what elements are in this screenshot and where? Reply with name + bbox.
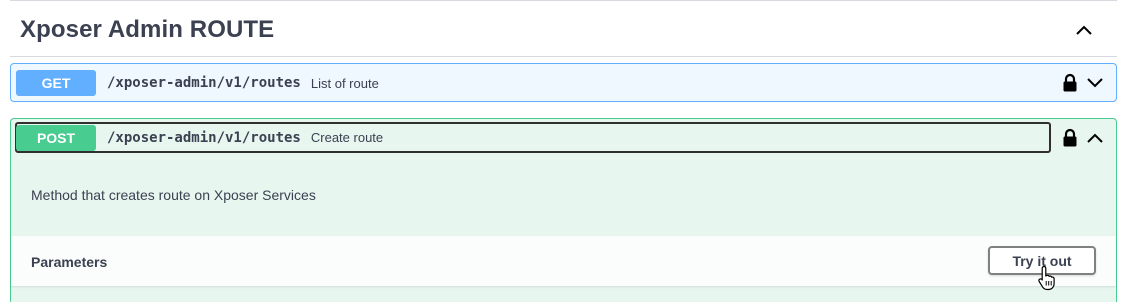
- try-it-out-button[interactable]: Try it out: [988, 246, 1096, 275]
- parameters-title: Parameters: [31, 254, 108, 270]
- section-title: Xposer Admin ROUTE: [20, 16, 275, 43]
- chevron-up-icon[interactable]: [1071, 17, 1097, 43]
- opblock-post-routes: POST /xposer-admin/v1/routes Create rout…: [10, 118, 1117, 302]
- opblock-summary[interactable]: POST /xposer-admin/v1/routes Create rout…: [15, 122, 1051, 153]
- opblock-summary-description: List of route: [310, 75, 379, 91]
- divider: [10, 0, 1117, 1]
- method-badge-post: POST: [16, 124, 96, 151]
- lock-icon[interactable]: [1062, 128, 1078, 148]
- method-badge-get: GET: [16, 70, 96, 96]
- opblock-controls: [1062, 70, 1104, 96]
- swagger-page: Xposer Admin ROUTE GET /xposer-admin/v1/…: [0, 0, 1122, 302]
- tag-section-header[interactable]: Xposer Admin ROUTE: [10, 2, 1117, 57]
- operation-description: Method that creates route on Xposer Serv…: [31, 187, 316, 203]
- chevron-up-icon[interactable]: [1086, 132, 1104, 144]
- opblock-get-routes: GET /xposer-admin/v1/routes List of rout…: [10, 63, 1117, 102]
- chevron-down-icon[interactable]: [1086, 77, 1104, 89]
- opblock-path: /xposer-admin/v1/routes: [107, 129, 301, 146]
- opblock-summary[interactable]: GET /xposer-admin/v1/routes List of rout…: [16, 68, 1111, 98]
- lock-icon[interactable]: [1062, 73, 1078, 93]
- opblock-summary-description: Create route: [310, 130, 384, 145]
- opblock-path: /xposer-admin/v1/routes: [107, 75, 301, 91]
- parameters-header: Parameters Try it out: [11, 236, 1116, 286]
- opblock-controls: [1062, 125, 1104, 151]
